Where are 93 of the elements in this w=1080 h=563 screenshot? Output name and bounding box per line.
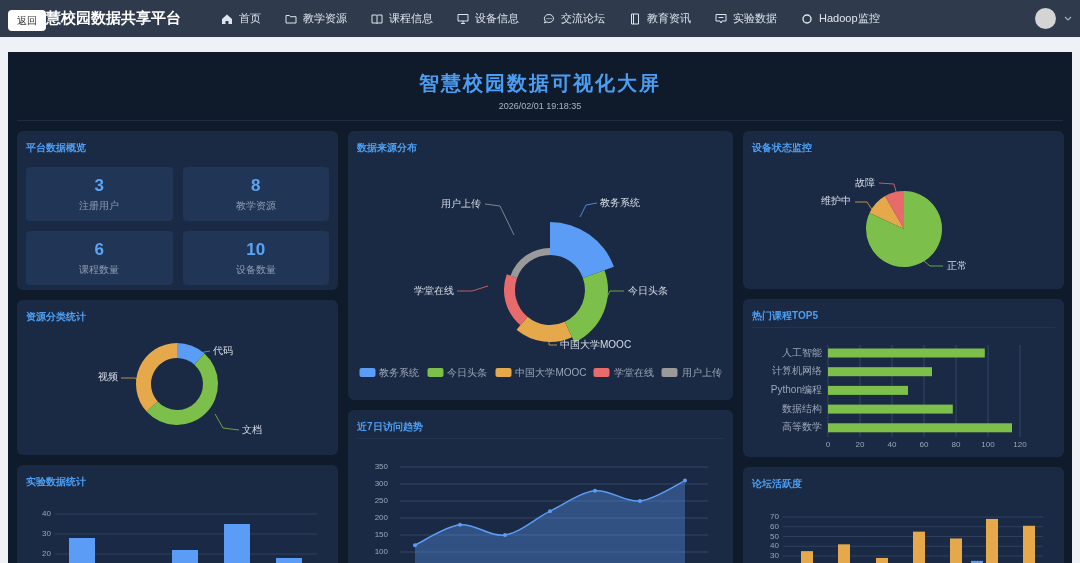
presentation-icon [715,12,727,25]
data-point [413,543,417,548]
stat-label: 教学资源 [235,198,276,213]
axis-label: 300 [374,479,388,489]
axis-label: 100 [374,547,388,557]
chart-label: 视频 [98,370,118,382]
axis-label: 60 [919,440,929,450]
chart-label: 代码 [213,344,233,356]
axis-label: 200 [374,513,388,523]
axis-label: 40 [887,440,897,450]
axis-label: 40 [770,541,779,551]
home-icon [221,12,233,25]
chevron-down-icon[interactable] [1064,16,1072,21]
nav-link[interactable]: 设备信息 [457,10,519,27]
axis-label: Python编程 [770,384,822,396]
chart-label: 教务系统 [600,196,640,208]
chart-label: 维护中 [821,194,851,206]
axis-label: 250 [374,496,388,506]
document-icon [629,12,641,25]
axis-label: 40 [42,509,51,519]
nav-link[interactable]: Hadoop监控 [801,10,880,27]
chart-label: 今日头条 [628,284,668,296]
card-title: 实验数据统计 [25,475,87,489]
chart-label: 中国大学MOOC [560,338,632,350]
card-title: 论坛活跃度 [751,477,803,491]
monitor-icon [457,12,469,25]
leader-line [579,202,598,218]
stat-value: 8 [251,175,261,196]
nav-link[interactable]: 教育资讯 [629,10,691,27]
datetime: 2026/02/01 19:18:35 [498,100,582,113]
axis-label: 30 [770,551,779,561]
axis-label: 20 [42,549,51,559]
card-title: 数据来源分布 [356,141,418,155]
stat-value: 6 [94,239,104,260]
avatar[interactable] [1035,8,1056,29]
axis-label: 高等数学 [782,421,822,433]
stat-label: 课程数量 [79,262,120,277]
nav-link[interactable]: 实验数据 [715,10,777,27]
axis-label: 350 [374,462,388,472]
stat-value: 10 [246,239,266,260]
chart-label: 学堂在线 [414,284,454,296]
axis-label: 50 [770,531,779,541]
card-title: 近7日访问趋势 [356,420,424,434]
dashboard-title: 智慧校园数据可视化大屏 [419,71,661,96]
legend-label: 用户上传 [681,366,722,378]
leader-line [484,203,515,236]
axis-label: 人工智能 [782,346,822,358]
leader-line [923,260,944,267]
data-point [503,533,507,537]
folder-icon [285,12,297,25]
card-title: 平台数据概览 [26,141,87,155]
chart-label: 故障 [855,176,875,188]
nav-link[interactable]: 教学资源 [285,10,347,27]
brand-title: 慧校园数据共享平台 [46,8,181,29]
axis-label: 150 [374,530,388,540]
data-point [458,522,462,527]
stat-label: 注册用户 [79,198,120,213]
legend-label: 今日头条 [447,366,488,378]
book-icon [371,12,383,25]
leader-line [214,413,240,431]
axis-label: 120 [1013,440,1027,450]
card-title: 资源分类统计 [25,310,87,324]
axis-label: 100 [981,440,995,450]
axis-label: 70 [770,512,779,522]
chart-label: 用户上传 [441,197,481,209]
card-title: 设备状态监控 [751,141,813,155]
nav-link[interactable]: 课程信息 [371,10,433,27]
legend-label: 中国大学MOOC [515,366,587,378]
leader-line [456,285,489,292]
legend-label: 学堂在线 [613,366,654,378]
stat-value: 3 [94,175,104,196]
data-point [638,499,642,503]
axis-label: 0 [825,440,831,450]
leader-line [854,201,874,212]
data-point [593,488,597,493]
axis-label: 30 [42,529,51,539]
axis-label: 计算机网络 [772,365,822,377]
axis-label: 数据结构 [782,402,822,414]
chat-bubble-icon [543,12,555,25]
nav-link[interactable]: 交流论坛 [543,10,605,27]
legend-label: 教务系统 [379,366,420,378]
nav-link[interactable]: 首页 [221,10,261,27]
data-point [548,509,552,514]
axis-label: 80 [951,440,961,450]
axis-label: 60 [770,521,779,531]
axis-label: 20 [855,440,865,450]
stat-label: 设备数量 [235,262,276,277]
circle-icon [801,12,813,25]
chart-label: 文档 [242,423,262,435]
back-button[interactable]: 返回 [8,10,46,31]
data-point [683,478,687,483]
card-title: 热门课程TOP5 [751,309,819,323]
chart-label: 正常 [947,259,967,271]
